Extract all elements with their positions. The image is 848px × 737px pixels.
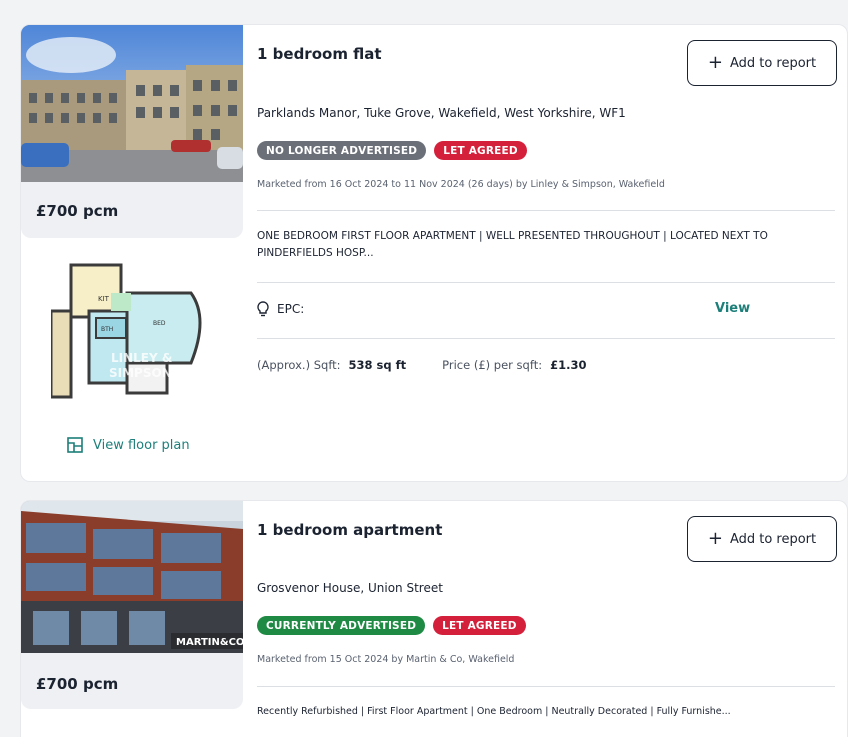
price: £700 pcm <box>36 202 119 220</box>
divider <box>257 282 835 283</box>
search-results: £700 pcm KIT BED BTH LINLEY & SIMPSON Vi… <box>0 0 848 737</box>
marketed-info: Marketed from 15 Oct 2024 by Martin & Co… <box>257 654 515 665</box>
price-box: £700 pcm <box>21 653 243 709</box>
floor-plan-image[interactable]: KIT BED BTH LINLEY & SIMPSON <box>49 263 216 403</box>
listing-details: 1 bedroom apartment + Add to report Gros… <box>257 501 847 737</box>
sqft-value: 538 sq ft <box>348 358 407 372</box>
epc-row: EPC: <box>257 301 304 317</box>
listing-description: Recently Refurbished | First Floor Apart… <box>257 706 731 717</box>
status-badge: LET AGREED <box>433 616 526 635</box>
epc-view-link[interactable]: View <box>715 301 750 316</box>
listing-title[interactable]: 1 bedroom flat <box>257 45 382 63</box>
status-badge: NO LONGER ADVERTISED <box>257 141 427 160</box>
marketed-info: Marketed from 16 Oct 2024 to 11 Nov 2024… <box>257 179 665 190</box>
status-badges: CURRENTLY ADVERTISED LET AGREED <box>257 616 526 635</box>
divider <box>257 210 835 211</box>
floor-plan-icon <box>67 437 83 453</box>
svg-text:SIMPSON: SIMPSON <box>109 366 172 380</box>
listing-card[interactable]: MARTIN&CO £700 pcm 1 bedroom apartment +… <box>20 500 848 737</box>
property-photo[interactable] <box>21 25 243 182</box>
price: £700 pcm <box>36 675 119 693</box>
listing-address: Grosvenor House, Union Street <box>257 581 443 595</box>
add-to-report-button[interactable]: + Add to report <box>687 40 837 86</box>
add-to-report-button[interactable]: + Add to report <box>687 516 837 562</box>
svg-text:BTH: BTH <box>101 326 113 333</box>
listing-description: ONE BEDROOM FIRST FLOOR APARTMENT | WELL… <box>257 230 768 259</box>
floor-plan-watermark: LINLEY & <box>111 351 172 365</box>
svg-text:KIT: KIT <box>98 295 110 303</box>
svg-text:BED: BED <box>153 320 166 327</box>
view-floor-plan-link[interactable]: View floor plan <box>67 437 190 453</box>
divider <box>257 338 835 339</box>
listing-media: MARTIN&CO £700 pcm <box>21 501 243 737</box>
price-per-sqft-label: Price (£) per sqft: <box>442 358 543 372</box>
lightbulb-icon <box>257 301 269 317</box>
epc-label: EPC: <box>277 302 305 316</box>
status-badges: NO LONGER ADVERTISED LET AGREED <box>257 141 527 160</box>
listing-address: Parklands Manor, Tuke Grove, Wakefield, … <box>257 106 626 120</box>
status-badge: LET AGREED <box>434 141 527 160</box>
divider <box>257 686 835 687</box>
plus-icon: + <box>707 528 723 549</box>
listing-details: 1 bedroom flat + Add to report Parklands… <box>257 25 847 481</box>
add-to-report-label: Add to report <box>729 55 817 71</box>
listing-card[interactable]: £700 pcm KIT BED BTH LINLEY & SIMPSON Vi… <box>20 24 848 482</box>
property-photo[interactable]: MARTIN&CO <box>21 501 243 653</box>
listing-media: £700 pcm KIT BED BTH LINLEY & SIMPSON Vi… <box>21 25 243 481</box>
add-to-report-label: Add to report <box>729 531 817 547</box>
sqft-row: (Approx.) Sqft: 538 sq ft Price (£) per … <box>257 358 586 372</box>
plus-icon: + <box>707 52 723 73</box>
listing-title[interactable]: 1 bedroom apartment <box>257 521 442 539</box>
price-box: £700 pcm <box>21 182 243 238</box>
sqft-label: (Approx.) Sqft: <box>257 358 341 372</box>
status-badge: CURRENTLY ADVERTISED <box>257 616 426 635</box>
view-floor-plan-label: View floor plan <box>93 437 190 453</box>
photo-watermark: MARTIN&CO <box>176 637 243 648</box>
price-per-sqft-value: £1.30 <box>550 358 587 372</box>
